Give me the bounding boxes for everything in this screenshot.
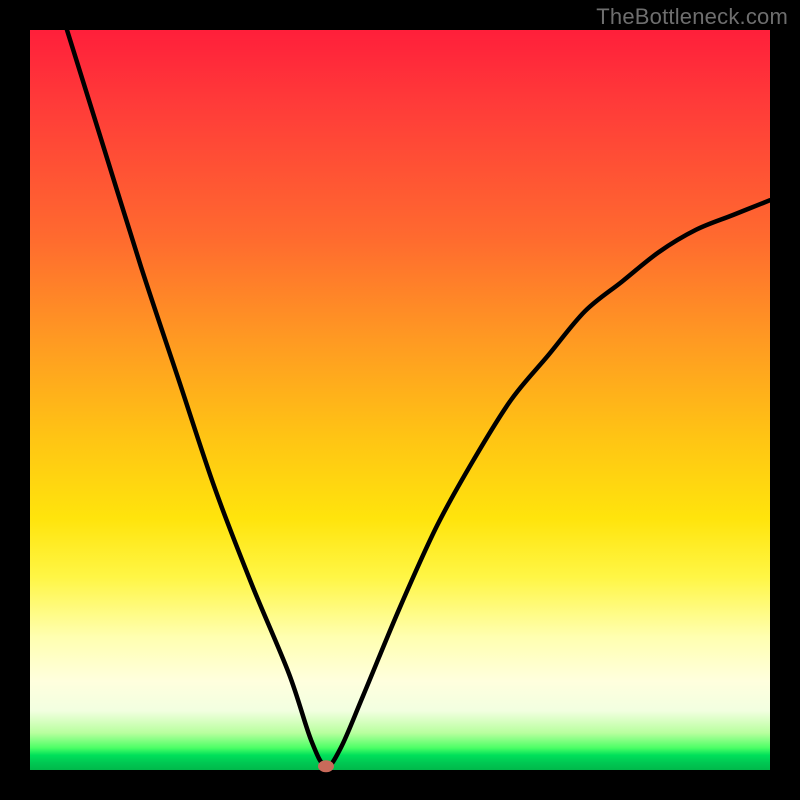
watermark-text: TheBottleneck.com xyxy=(596,4,788,30)
chart-frame xyxy=(30,30,770,770)
curve-path xyxy=(67,30,770,766)
minimum-marker xyxy=(318,760,334,772)
bottleneck-curve xyxy=(30,30,770,770)
